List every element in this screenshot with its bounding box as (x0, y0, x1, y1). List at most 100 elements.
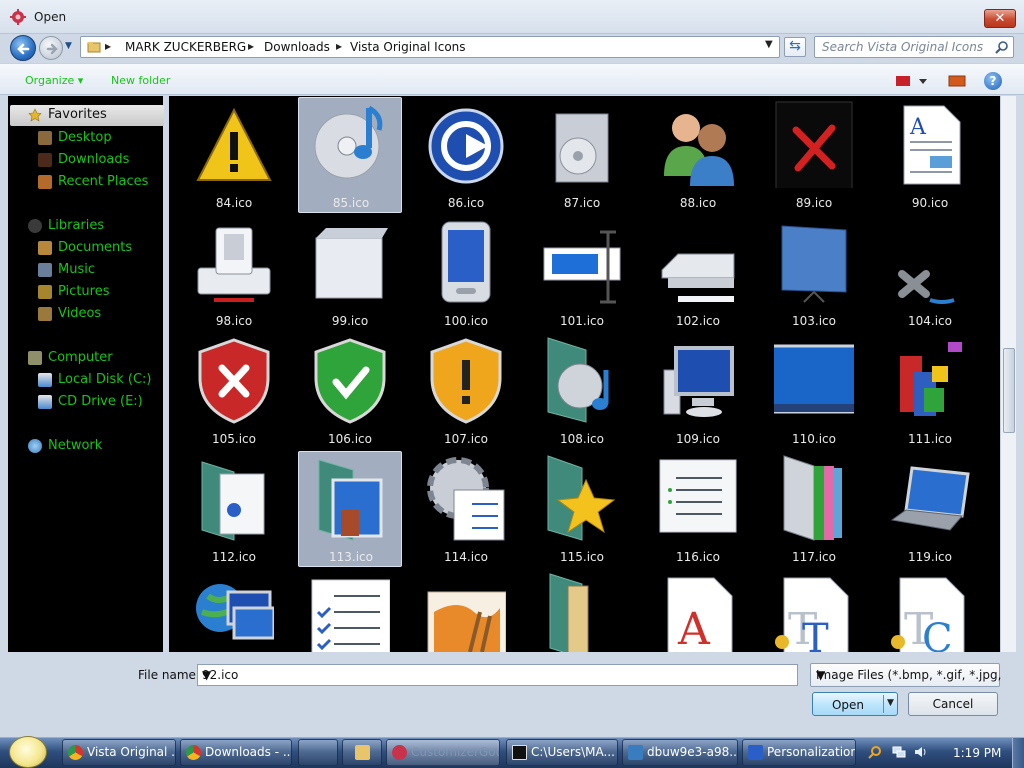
close-button[interactable]: ✕ (984, 9, 1016, 28)
taskbar-chrome-downloads[interactable]: Downloads - ... (180, 739, 292, 766)
file-item[interactable]: 116.ico (646, 452, 750, 568)
nav-desktop[interactable]: Desktop (38, 128, 174, 148)
file-item[interactable]: 98.ico (182, 216, 286, 332)
file-item[interactable]: TT (762, 570, 866, 652)
paint-brush-icon (427, 591, 506, 652)
nav-cd-drive[interactable]: CD Drive (E:) (38, 392, 174, 412)
taskbar-personalization[interactable]: Personalization (742, 739, 856, 766)
file-item[interactable] (414, 570, 518, 652)
truetype-collection-icon: TC (891, 577, 965, 652)
nav-videos[interactable]: Videos (38, 304, 174, 324)
help-button[interactable]: ? (984, 72, 1002, 90)
file-item[interactable]: 89.ico (762, 98, 866, 214)
breadcrumb-user[interactable]: MARK ZUCKERBERG (125, 40, 246, 54)
file-name-field[interactable]: 92.ico ▼ (197, 664, 798, 686)
scrollbar-thumb[interactable] (1003, 348, 1015, 433)
show-desktop-button[interactable] (1012, 738, 1024, 768)
taskbar-folder[interactable]: dbuw9e3-a98... (622, 739, 738, 766)
file-name-dropdown-icon[interactable]: ▼ (202, 668, 211, 682)
scanner-icon (661, 253, 735, 302)
file-item-selected[interactable]: 85.ico (298, 97, 402, 213)
file-item[interactable]: 105.ico (182, 334, 286, 450)
breadcrumb-downloads[interactable]: Downloads (264, 40, 330, 54)
file-name: 100.ico (444, 314, 488, 328)
file-item[interactable]: 104.ico (878, 216, 982, 332)
taskbar-firefox[interactable] (298, 739, 338, 766)
clock[interactable]: 1:19 PM (953, 746, 1001, 760)
file-item[interactable]: 117.ico (762, 452, 866, 568)
file-item[interactable]: 109.ico (646, 334, 750, 450)
volume-tray-icon[interactable] (914, 745, 928, 759)
file-item[interactable]: 112.ico (182, 452, 286, 568)
network-tray-icon[interactable] (892, 745, 906, 759)
file-item[interactable]: 87.ico (530, 98, 634, 214)
file-item[interactable]: 119.ico (878, 452, 982, 568)
nav-documents[interactable]: Documents (38, 238, 174, 258)
breadcrumb-separator[interactable]: ▸ (248, 39, 254, 53)
breadcrumb-current-folder[interactable]: Vista Original Icons (350, 40, 466, 54)
file-name: 99.ico (331, 314, 369, 328)
nav-pictures[interactable]: Pictures (38, 282, 174, 302)
change-view-icon[interactable] (895, 73, 927, 89)
nav-favorites[interactable]: Favorites (10, 105, 164, 126)
file-item-hovered[interactable]: 113.ico (298, 451, 402, 567)
file-item[interactable]: 101.ico (530, 216, 634, 332)
file-item[interactable]: 115.ico (530, 452, 634, 568)
open-dropdown-icon[interactable]: ▼ (887, 698, 894, 708)
taskbar-explorer[interactable] (342, 739, 382, 766)
breadcrumb-separator[interactable]: ▸ (105, 39, 111, 53)
start-button[interactable] (9, 736, 47, 768)
open-button[interactable]: Open ▼ (812, 692, 898, 716)
nav-music[interactable]: Music (38, 260, 174, 280)
file-item[interactable]: 111.ico (878, 334, 982, 450)
personalization-icon (748, 745, 763, 760)
file-item[interactable]: 103.ico (762, 216, 866, 332)
taskbar-chrome-vista-icons[interactable]: Vista Original ... (62, 739, 176, 766)
organize-button[interactable]: Organize ▾ (25, 74, 83, 87)
nav-downloads[interactable]: Downloads (38, 150, 174, 170)
nav-recent-places[interactable]: Recent Places (38, 172, 174, 192)
taskbar-customizergod[interactable]: CustomizerGod (386, 739, 500, 766)
address-dropdown-icon[interactable]: ▼ (765, 39, 773, 50)
preview-pane-icon[interactable] (948, 73, 966, 89)
file-item[interactable]: 84.ico (182, 98, 286, 214)
nav-local-disk[interactable]: Local Disk (C:) (38, 370, 174, 390)
file-item[interactable]: 108.ico (530, 334, 634, 450)
file-item[interactable]: 86.ico (414, 98, 518, 214)
address-bar[interactable]: ▸ MARK ZUCKERBERG ▸ Downloads ▸ Vista Or… (80, 36, 780, 58)
file-item[interactable] (182, 570, 286, 652)
vertical-scrollbar[interactable] (1000, 96, 1016, 652)
file-name: 115.ico (560, 550, 604, 564)
file-type-select[interactable]: Image Files (*.bmp, *.gif, *.jpg, ▼ (810, 663, 1001, 687)
taskbar-7zip[interactable]: C:\Users\MA... (506, 739, 618, 766)
file-item[interactable]: A 90.ico (878, 98, 982, 214)
file-item[interactable]: 102.ico (646, 216, 750, 332)
search-input[interactable]: Search Vista Original Icons (814, 36, 1014, 58)
search-icon[interactable] (995, 40, 1009, 54)
7zip-icon (512, 745, 527, 760)
nav-network[interactable]: Network (28, 436, 164, 456)
file-item[interactable] (298, 570, 402, 652)
search-tray-icon[interactable] (868, 745, 882, 759)
cancel-button[interactable]: Cancel (908, 692, 998, 716)
file-item[interactable]: 114.ico (414, 452, 518, 568)
breadcrumb-separator[interactable]: ▸ (336, 39, 342, 53)
file-item[interactable]: 110.ico (762, 334, 866, 450)
file-item[interactable]: 106.ico (298, 334, 402, 450)
file-name: 104.ico (908, 314, 952, 328)
new-folder-button[interactable]: New folder (111, 74, 170, 87)
file-type-dropdown-icon[interactable]: ▼ (816, 668, 825, 682)
file-item[interactable] (530, 570, 634, 652)
file-item[interactable]: 100.ico (414, 216, 518, 332)
file-item[interactable]: 88.ico (646, 98, 750, 214)
refresh-button[interactable]: ⇆ (784, 37, 806, 57)
nav-libraries[interactable]: Libraries (28, 216, 164, 236)
file-item[interactable]: 107.ico (414, 334, 518, 450)
file-item[interactable]: A (646, 570, 750, 652)
forward-button[interactable] (39, 36, 63, 60)
back-button[interactable] (10, 35, 36, 61)
recent-pages-dropdown-icon[interactable]: ▼ (65, 41, 77, 53)
file-item[interactable]: 99.ico (298, 216, 402, 332)
file-item[interactable]: TC (878, 570, 982, 652)
nav-computer[interactable]: Computer (28, 348, 164, 368)
